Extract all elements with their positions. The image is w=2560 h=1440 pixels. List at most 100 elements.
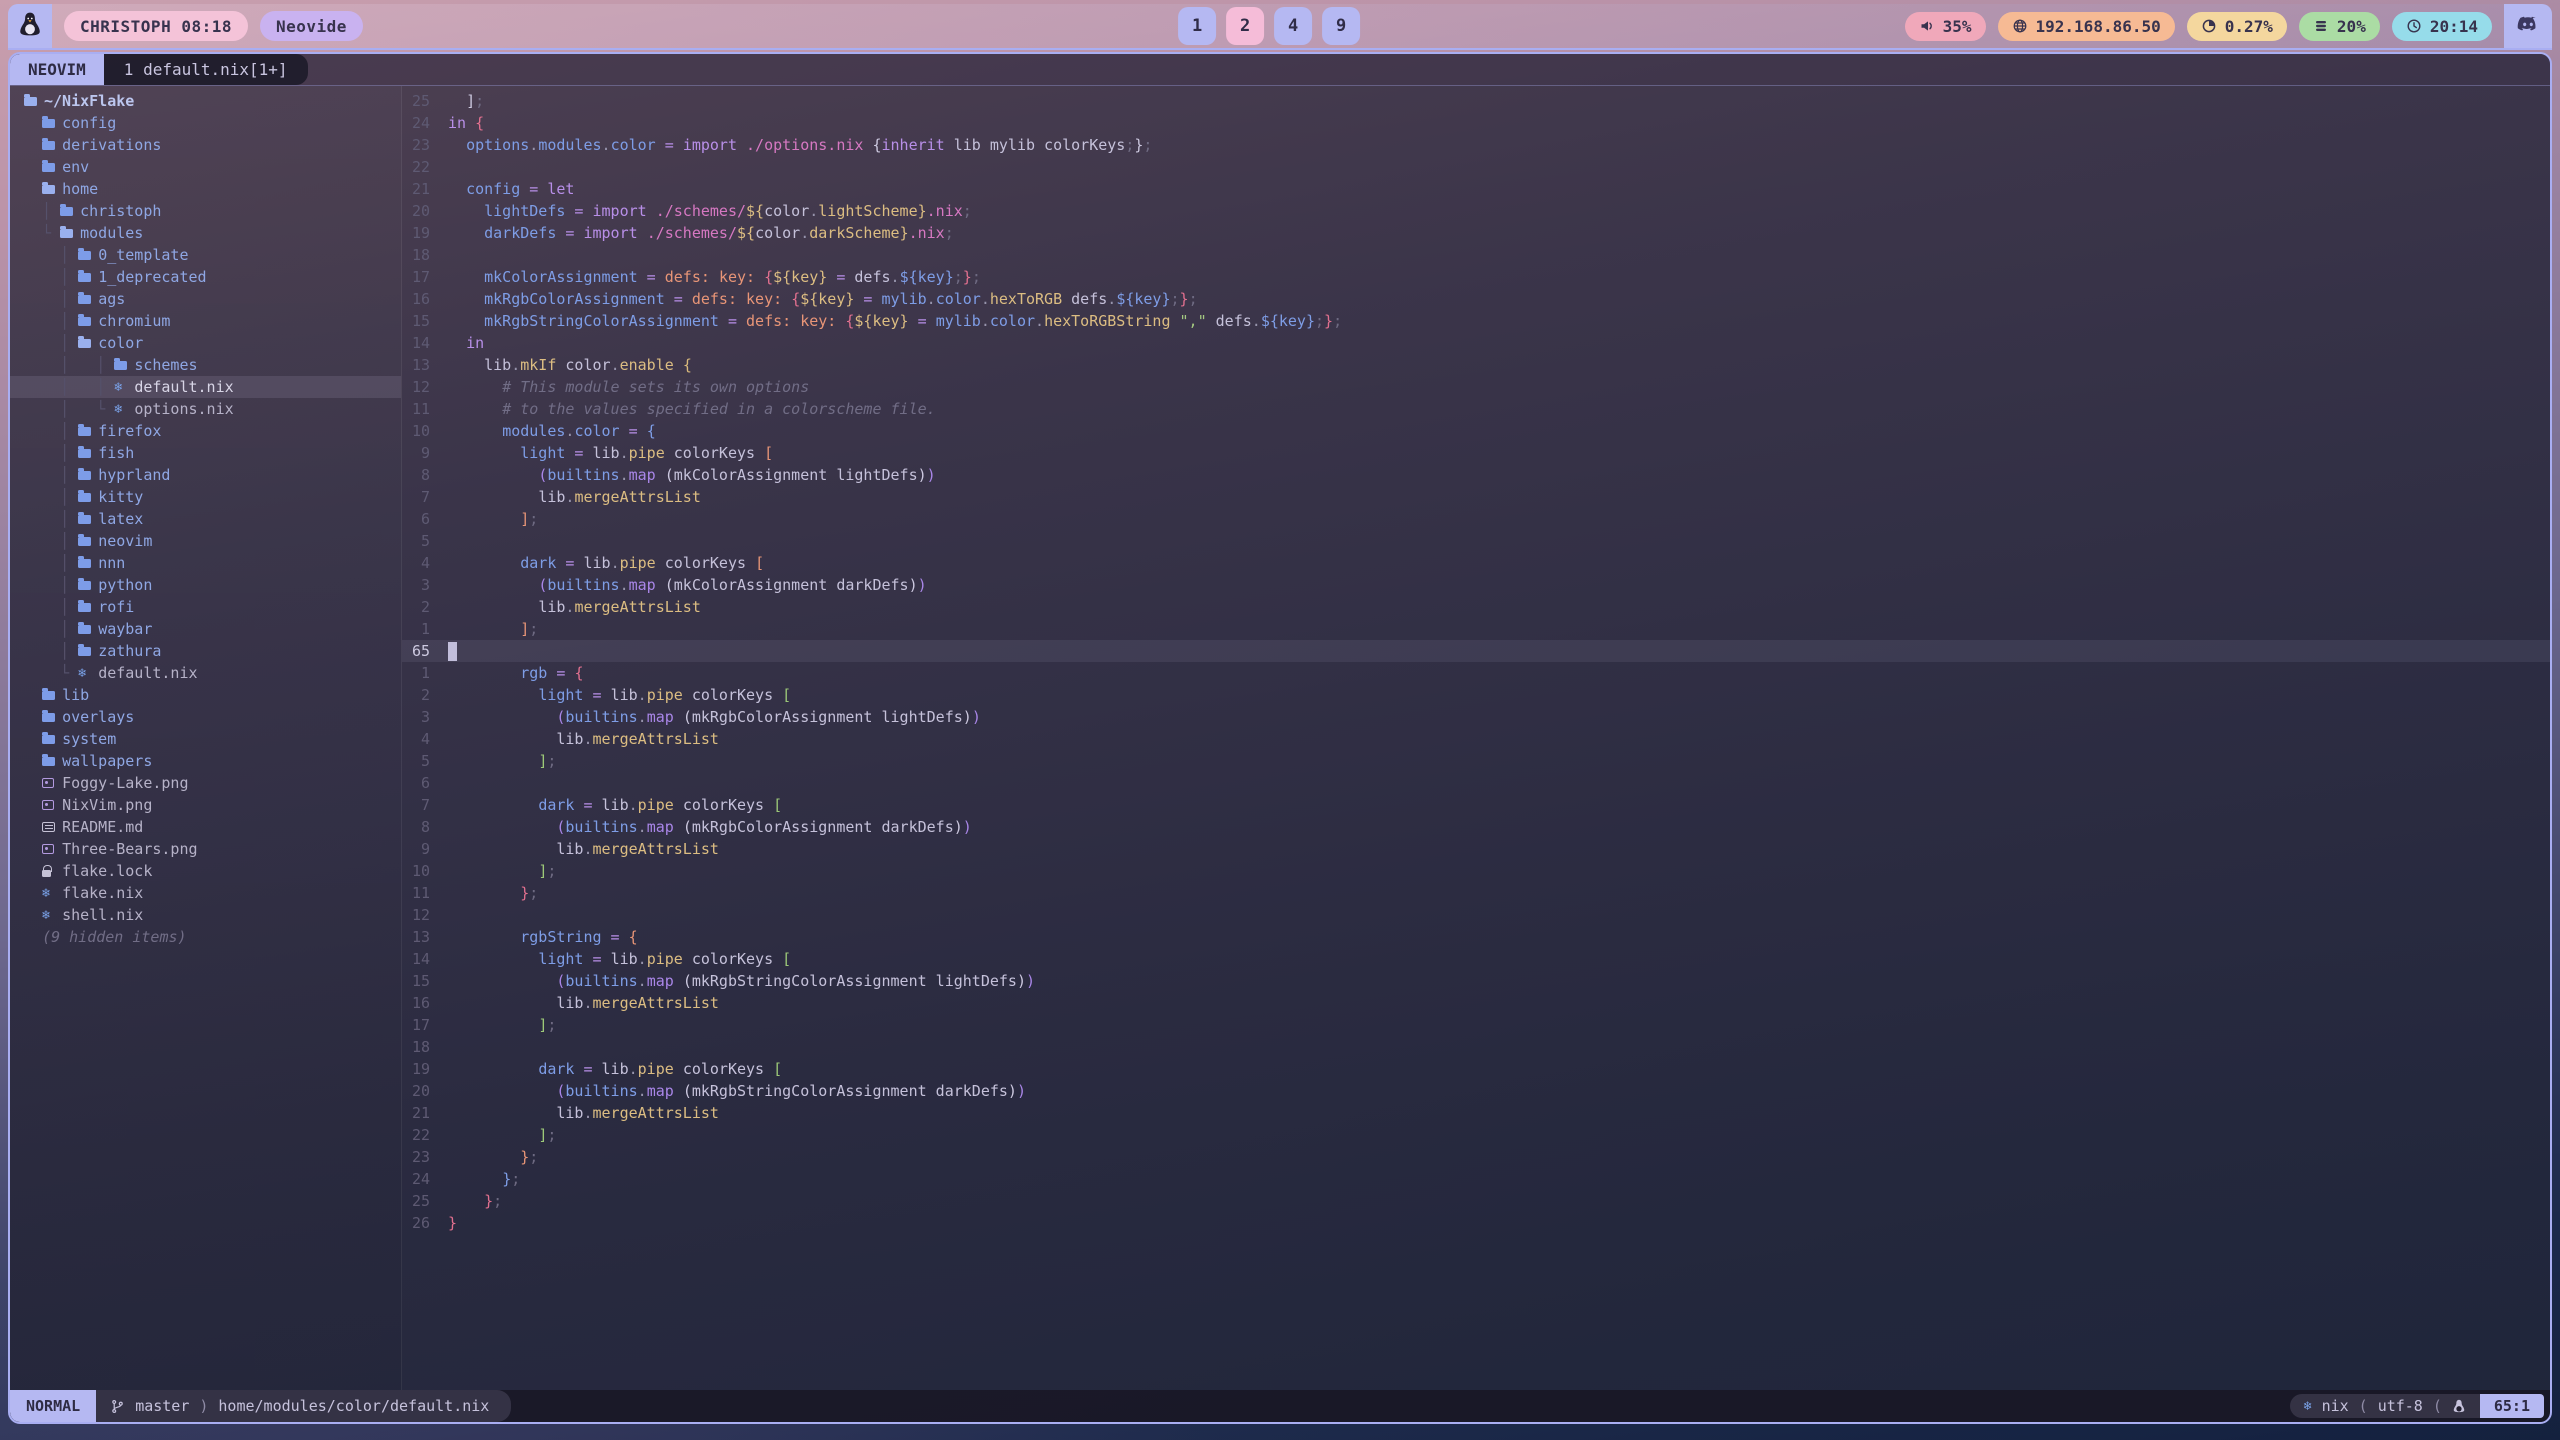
tree-item-1-deprecated[interactable]: │ 1_deprecated [10,266,401,288]
tree-item-firefox[interactable]: │ firefox [10,420,401,442]
code-line[interactable]: 14 in [402,332,2550,354]
code-line[interactable]: 23 }; [402,1146,2550,1168]
tree-item-foggy-lake-png[interactable]: Foggy-Lake.png [10,772,401,794]
code-line[interactable]: 65 [402,640,2550,662]
tree-item-options-nix[interactable]: │ └ ❄options.nix [10,398,401,420]
code-token: color [565,356,610,374]
code-line[interactable]: 16 lib.mergeAttrsList [402,992,2550,1014]
code-line[interactable]: 9 light = lib.pipe colorKeys [ [402,442,2550,464]
code-line[interactable]: 13 lib.mkIf color.enable { [402,354,2550,376]
tree-item-env[interactable]: env [10,156,401,178]
tree-item-schemes[interactable]: │ │ schemes [10,354,401,376]
tree-item-config[interactable]: config [10,112,401,134]
code-line[interactable]: 10 ]; [402,860,2550,882]
tree-item-chromium[interactable]: │ chromium [10,310,401,332]
discord-tray-button[interactable] [2504,4,2552,48]
code-line[interactable]: 17 ]; [402,1014,2550,1036]
tree-item-modules[interactable]: └ modules [10,222,401,244]
tree-item-system[interactable]: system [10,728,401,750]
tree-item--nixflake[interactable]: ~/NixFlake [10,90,401,112]
code-line[interactable]: 10 modules.color = { [402,420,2550,442]
tree-item-neovim[interactable]: │ neovim [10,530,401,552]
code-line[interactable]: 3 (builtins.map (mkColorAssignment darkD… [402,574,2550,596]
code-line[interactable]: 5 [402,530,2550,552]
code-line[interactable]: 19 darkDefs = import ./schemes/${color.d… [402,222,2550,244]
code-line[interactable]: 4 lib.mergeAttrsList [402,728,2550,750]
code-line[interactable]: 22 [402,156,2550,178]
tree-item-flake-nix[interactable]: ❄flake.nix [10,882,401,904]
code-line[interactable]: 7 lib.mergeAttrsList [402,486,2550,508]
code-line[interactable]: 18 [402,1036,2550,1058]
memory-icon [2313,18,2329,34]
tree-item-christoph[interactable]: │ christoph [10,200,401,222]
tree-item-latex[interactable]: │ latex [10,508,401,530]
tree-item-rofi[interactable]: │ rofi [10,596,401,618]
code-line[interactable]: 20 (builtins.map (mkRgbStringColorAssign… [402,1080,2550,1102]
code-line[interactable]: 5 ]; [402,750,2550,772]
tree-item-ags[interactable]: │ ags [10,288,401,310]
tree-item-wallpapers[interactable]: wallpapers [10,750,401,772]
code-line[interactable]: 24 }; [402,1168,2550,1190]
code-line[interactable]: 12 [402,904,2550,926]
tree-item-flake-lock[interactable]: flake.lock [10,860,401,882]
tree-item-nnn[interactable]: │ nnn [10,552,401,574]
code-line[interactable]: 17 mkColorAssignment = defs: key: {${key… [402,266,2550,288]
tree-item-hyprland[interactable]: │ hyprland [10,464,401,486]
code-line[interactable]: 8 (builtins.map (mkColorAssignment light… [402,464,2550,486]
code-line[interactable]: 23 options.modules.color = import ./opti… [402,134,2550,156]
tree-item-readme-md[interactable]: README.md [10,816,401,838]
tree-item-color[interactable]: │ color [10,332,401,354]
code-line[interactable]: 22 ]; [402,1124,2550,1146]
tree-item-home[interactable]: home [10,178,401,200]
code-line[interactable]: 8 (builtins.map (mkRgbColorAssignment da… [402,816,2550,838]
code-line[interactable]: 1 rgb = { [402,662,2550,684]
workspace-button-4[interactable]: 4 [1274,7,1312,45]
tree-item-derivations[interactable]: derivations [10,134,401,156]
code-line[interactable]: 3 (builtins.map (mkRgbColorAssignment li… [402,706,2550,728]
code-line[interactable]: 14 light = lib.pipe colorKeys [ [402,948,2550,970]
code-line[interactable]: 25 }; [402,1190,2550,1212]
workspace-button-9[interactable]: 9 [1322,7,1360,45]
tree-item-shell-nix[interactable]: ❄shell.nix [10,904,401,926]
tree-item-0-template[interactable]: │ 0_template [10,244,401,266]
tab-default-nix[interactable]: 1 default.nix[1+] [104,54,308,85]
tree-item-kitty[interactable]: │ kitty [10,486,401,508]
code-line[interactable]: 11 # to the values specified in a colors… [402,398,2550,420]
code-line[interactable]: 7 dark = lib.pipe colorKeys [ [402,794,2550,816]
code-line[interactable]: 21 lib.mergeAttrsList [402,1102,2550,1124]
tree-item-nixvim-png[interactable]: NixVim.png [10,794,401,816]
tree-item-overlays[interactable]: overlays [10,706,401,728]
tree-item-python[interactable]: │ python [10,574,401,596]
code-line[interactable]: 26} [402,1212,2550,1234]
tree-item-three-bears-png[interactable]: Three-Bears.png [10,838,401,860]
code-line[interactable]: 6 [402,772,2550,794]
code-line[interactable]: 9 lib.mergeAttrsList [402,838,2550,860]
tree-item-zathura[interactable]: │ zathura [10,640,401,662]
code-line[interactable]: 2 lib.mergeAttrsList [402,596,2550,618]
tree-item-waybar[interactable]: │ waybar [10,618,401,640]
code-line[interactable]: 11 }; [402,882,2550,904]
workspace-button-2[interactable]: 2 [1226,7,1264,45]
code-line[interactable]: 12 # This module sets its own options [402,376,2550,398]
workspace-button-1[interactable]: 1 [1178,7,1216,45]
code-line[interactable]: 6 ]; [402,508,2550,530]
code-line[interactable]: 16 mkRgbColorAssignment = defs: key: {${… [402,288,2550,310]
code-line[interactable]: 18 [402,244,2550,266]
code-line[interactable]: 4 dark = lib.pipe colorKeys [ [402,552,2550,574]
code-line[interactable]: 15 mkRgbStringColorAssignment = defs: ke… [402,310,2550,332]
code-line[interactable]: 24in { [402,112,2550,134]
tree-item-default-nix[interactable]: │ │ ❄default.nix [10,376,401,398]
code-line[interactable]: 25 ]; [402,90,2550,112]
code-line[interactable]: 15 (builtins.map (mkRgbStringColorAssign… [402,970,2550,992]
tree-item-default-nix[interactable]: └ ❄default.nix [10,662,401,684]
tree-item--9-hidden-items-[interactable]: (9 hidden items) [10,926,401,948]
code-line[interactable]: 19 dark = lib.pipe colorKeys [ [402,1058,2550,1080]
tree-item-lib[interactable]: lib [10,684,401,706]
code-line[interactable]: 20 lightDefs = import ./schemes/${color.… [402,200,2550,222]
editor-buffer[interactable]: 25 ];24in {23 options.modules.color = im… [402,86,2550,1390]
code-line[interactable]: 13 rgbString = { [402,926,2550,948]
tree-item-fish[interactable]: │ fish [10,442,401,464]
code-line[interactable]: 1 ]; [402,618,2550,640]
code-line[interactable]: 21 config = let [402,178,2550,200]
code-line[interactable]: 2 light = lib.pipe colorKeys [ [402,684,2550,706]
